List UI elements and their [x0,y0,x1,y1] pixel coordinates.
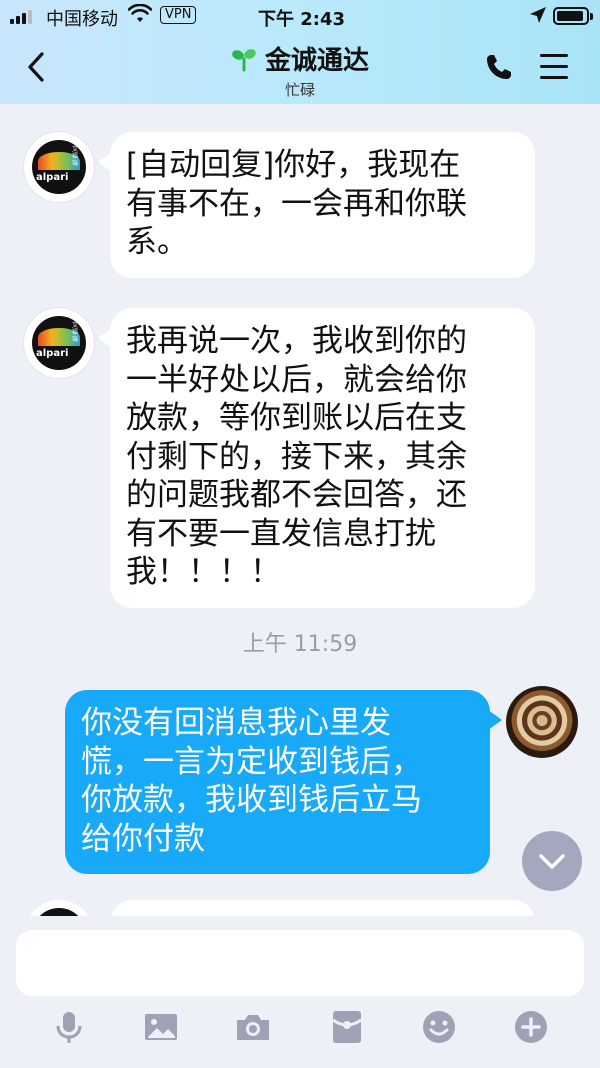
contact-avatar[interactable]: alpari 艾福瑞 [24,308,94,378]
message-input[interactable] [16,930,584,996]
signal-icon [10,8,32,24]
image-icon[interactable] [144,1010,178,1044]
camera-icon[interactable] [236,1010,270,1044]
phone-icon[interactable] [484,52,514,82]
message-line: 你没有回消息我心里发 [81,705,391,741]
message-line: 放款，等你到账以后在支 [126,400,467,436]
contact-status: 忙碌 [284,81,315,99]
message-line: 慌，一言为定收到钱后， [81,743,422,780]
message-line: 我再说一次，我收到你的 [126,323,467,359]
message-line: 系。 [126,224,188,260]
vpn-badge: VPN [160,6,197,24]
battery-icon [553,7,593,25]
message-timestamp: 上午 11:59 [242,632,358,657]
emoji-icon[interactable] [422,1010,456,1044]
menu-icon[interactable] [540,54,568,80]
message-line: 一半好处以后，就会给你 [126,361,467,398]
composer [0,916,600,1068]
wifi-icon [127,3,153,29]
message-bubble-received[interactable]: [自动回复]你好，我现在 有事不在，一会再和你联 系。 [98,132,535,278]
plus-icon[interactable] [514,1010,548,1044]
microphone-icon[interactable] [52,1010,86,1044]
sprout-icon [231,46,257,72]
message-list[interactable]: alpari 艾福瑞 [自动回复]你好，我现在 有事不在，一会再和你联 系。 a… [0,104,600,916]
message-line: 付剩下的，接下来，其余 [126,438,467,475]
contact-avatar[interactable]: alpari 艾福瑞 [24,132,94,202]
status-bar: 中国移动 VPN 下午 2:43 [0,0,600,34]
message-bubble-received[interactable] [110,900,535,916]
message-line: 你放款，我收到钱后立马 [81,782,422,818]
carrier-label: 中国移动 [46,9,118,30]
message-line: 的问题我都不会回答，还 [126,477,467,513]
message-line: 有不要一直发信息打扰 [126,515,436,552]
message-bubble-sent[interactable]: 你没有回消息我心里发 慌，一言为定收到钱后， 你放款，我收到钱后立马 给你付款 [65,690,502,874]
composer-toolbar [0,1010,600,1050]
message-line: 我！！！！ [126,554,281,590]
location-icon [529,6,547,29]
message-line: [自动回复]你好，我现在 [126,147,461,183]
my-avatar[interactable] [506,686,578,758]
contact-name: 金诚通达 [264,46,369,76]
chat-header: 中国移动 VPN 下午 2:43 金诚通达 忙碌 [0,0,600,104]
contact-avatar[interactable] [24,900,94,916]
message-line: 给你付款 [81,820,205,857]
chevron-down-icon [539,854,565,869]
red-packet-icon[interactable] [330,1010,364,1044]
message-bubble-received[interactable]: 我再说一次，我收到你的 一半好处以后，就会给你 放款，等你到账以后在支 付剩下的… [98,308,535,608]
scroll-to-bottom-button[interactable] [522,831,582,891]
message-line: 有事不在，一会再和你联 [126,185,467,222]
clock: 下午 2:43 [258,9,346,30]
